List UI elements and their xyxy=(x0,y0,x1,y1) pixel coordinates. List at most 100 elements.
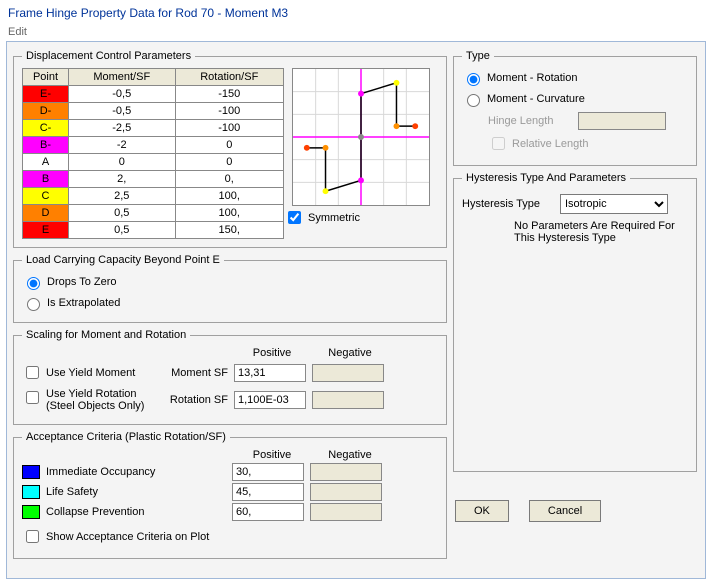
th-point: Point xyxy=(23,69,69,86)
radio-drops-to-zero-label: Drops To Zero xyxy=(47,276,117,288)
relative-length-label: Relative Length xyxy=(512,138,588,150)
use-yield-rotation-label: Use Yield Rotation xyxy=(46,388,137,400)
cell-r[interactable]: 0 xyxy=(175,154,284,171)
cell-m[interactable]: 0 xyxy=(69,154,176,171)
moment-sf-label: Moment SF xyxy=(158,367,228,379)
group-acceptance-legend: Acceptance Criteria (Plastic Rotation/SF… xyxy=(22,431,230,443)
client-area: Displacement Control Parameters Point Mo… xyxy=(6,41,706,579)
cell-pt: C- xyxy=(23,120,69,137)
hysteresis-type-label: Hysteresis Type xyxy=(462,198,554,210)
cell-pt: A xyxy=(23,154,69,171)
hinge-length-input xyxy=(578,112,666,130)
cell-pt: E- xyxy=(23,86,69,103)
io-neg-input xyxy=(310,463,382,481)
radio-moment-rotation[interactable]: Moment - Rotation xyxy=(462,70,577,86)
table-row[interactable]: B2,0, xyxy=(23,171,284,188)
radio-drops-to-zero[interactable]: Drops To Zero xyxy=(22,274,117,290)
ok-button[interactable]: OK xyxy=(455,500,509,522)
radio-drops-to-zero-input[interactable] xyxy=(27,277,40,290)
cell-pt: E xyxy=(23,222,69,239)
hinge-point-table[interactable]: Point Moment/SF Rotation/SF E--0,5-150 D… xyxy=(22,68,284,239)
symmetric-checkbox[interactable]: Symmetric xyxy=(284,208,360,227)
cell-m[interactable]: 2, xyxy=(69,171,176,188)
cell-r[interactable]: 100, xyxy=(175,188,284,205)
cell-pt: D- xyxy=(23,103,69,120)
hinge-length-label: Hinge Length xyxy=(488,115,572,127)
symmetric-label: Symmetric xyxy=(308,212,360,224)
group-load-capacity: Load Carrying Capacity Beyond Point E Dr… xyxy=(13,254,447,323)
radio-moment-curvature-input[interactable] xyxy=(467,94,480,107)
show-acceptance-on-plot-check[interactable]: Show Acceptance Criteria on Plot xyxy=(22,527,209,546)
cell-pt: B xyxy=(23,171,69,188)
rotation-sf-pos-input[interactable] xyxy=(234,391,306,409)
table-row[interactable]: D--0,5-100 xyxy=(23,103,284,120)
use-yield-moment-check[interactable]: Use Yield Moment xyxy=(22,363,152,382)
menu-edit[interactable]: Edit xyxy=(8,26,27,38)
group-type: Type Moment - Rotation Moment - Curvatur… xyxy=(453,50,697,166)
cell-r[interactable]: -100 xyxy=(175,103,284,120)
table-row[interactable]: C--2,5-100 xyxy=(23,120,284,137)
io-swatch xyxy=(22,465,40,479)
cell-m[interactable]: -0,5 xyxy=(69,86,176,103)
show-acceptance-on-plot-input[interactable] xyxy=(26,530,39,543)
table-row[interactable]: A00 xyxy=(23,154,284,171)
cell-r[interactable]: 0 xyxy=(175,137,284,154)
io-label: Immediate Occupancy xyxy=(46,466,226,478)
window-title: Frame Hinge Property Data for Rod 70 - M… xyxy=(0,0,712,24)
ls-label: Life Safety xyxy=(46,486,226,498)
cell-pt: D xyxy=(23,205,69,222)
cell-r[interactable]: -100 xyxy=(175,120,284,137)
group-hysteresis-legend: Hysteresis Type And Parameters xyxy=(462,172,630,184)
io-pos-input[interactable] xyxy=(232,463,304,481)
radio-is-extrapolated[interactable]: Is Extrapolated xyxy=(22,295,120,311)
table-row[interactable]: B--20 xyxy=(23,137,284,154)
hysteresis-note: No Parameters Are Required For This Hyst… xyxy=(514,220,684,244)
group-load-capacity-legend: Load Carrying Capacity Beyond Point E xyxy=(22,254,224,266)
relative-length-input xyxy=(492,137,505,150)
group-scaling-legend: Scaling for Moment and Rotation xyxy=(22,329,190,341)
symmetric-checkbox-input[interactable] xyxy=(288,211,301,224)
accept-neg-hdr: Negative xyxy=(314,449,386,461)
radio-moment-curvature[interactable]: Moment - Curvature xyxy=(462,91,585,107)
table-row[interactable]: E0,5150, xyxy=(23,222,284,239)
cell-pt: C xyxy=(23,188,69,205)
group-acceptance: Acceptance Criteria (Plastic Rotation/SF… xyxy=(13,431,447,559)
group-type-legend: Type xyxy=(462,50,494,62)
radio-moment-rotation-input[interactable] xyxy=(467,73,480,86)
table-row[interactable]: C2,5100, xyxy=(23,188,284,205)
cell-m[interactable]: 2,5 xyxy=(69,188,176,205)
hysteresis-type-select[interactable]: Isotropic xyxy=(560,194,668,214)
moment-sf-pos-input[interactable] xyxy=(234,364,306,382)
cell-m[interactable]: -0,5 xyxy=(69,103,176,120)
cell-m[interactable]: 0,5 xyxy=(69,205,176,222)
ls-swatch xyxy=(22,485,40,499)
radio-is-extrapolated-input[interactable] xyxy=(27,298,40,311)
use-yield-moment-input[interactable] xyxy=(26,366,39,379)
radio-is-extrapolated-label: Is Extrapolated xyxy=(47,297,120,309)
cell-r[interactable]: 150, xyxy=(175,222,284,239)
cell-r[interactable]: 100, xyxy=(175,205,284,222)
radio-moment-rotation-label: Moment - Rotation xyxy=(487,72,577,84)
cell-m[interactable]: 0,5 xyxy=(69,222,176,239)
use-yield-rotation-input[interactable] xyxy=(26,391,39,404)
scaling-pos-hdr: Positive xyxy=(236,347,308,359)
use-yield-moment-label: Use Yield Moment xyxy=(46,367,135,379)
cell-m[interactable]: -2,5 xyxy=(69,120,176,137)
accept-pos-hdr: Positive xyxy=(236,449,308,461)
rotation-sf-neg-input xyxy=(312,391,384,409)
ls-pos-input[interactable] xyxy=(232,483,304,501)
cell-r[interactable]: 0, xyxy=(175,171,284,188)
cancel-button[interactable]: Cancel xyxy=(529,500,601,522)
show-acceptance-on-plot-label: Show Acceptance Criteria on Plot xyxy=(46,531,209,543)
cp-label: Collapse Prevention xyxy=(46,506,226,518)
table-row[interactable]: E--0,5-150 xyxy=(23,86,284,103)
use-yield-rotation-check[interactable]: Use Yield Rotation (Steel Objects Only) xyxy=(22,388,152,412)
cell-r[interactable]: -150 xyxy=(175,86,284,103)
cp-pos-input[interactable] xyxy=(232,503,304,521)
th-moment: Moment/SF xyxy=(69,69,176,86)
cp-swatch xyxy=(22,505,40,519)
cell-m[interactable]: -2 xyxy=(69,137,176,154)
group-displacement-control-legend: Displacement Control Parameters xyxy=(22,50,195,62)
table-row[interactable]: D0,5100, xyxy=(23,205,284,222)
group-displacement-control: Displacement Control Parameters Point Mo… xyxy=(13,50,447,248)
